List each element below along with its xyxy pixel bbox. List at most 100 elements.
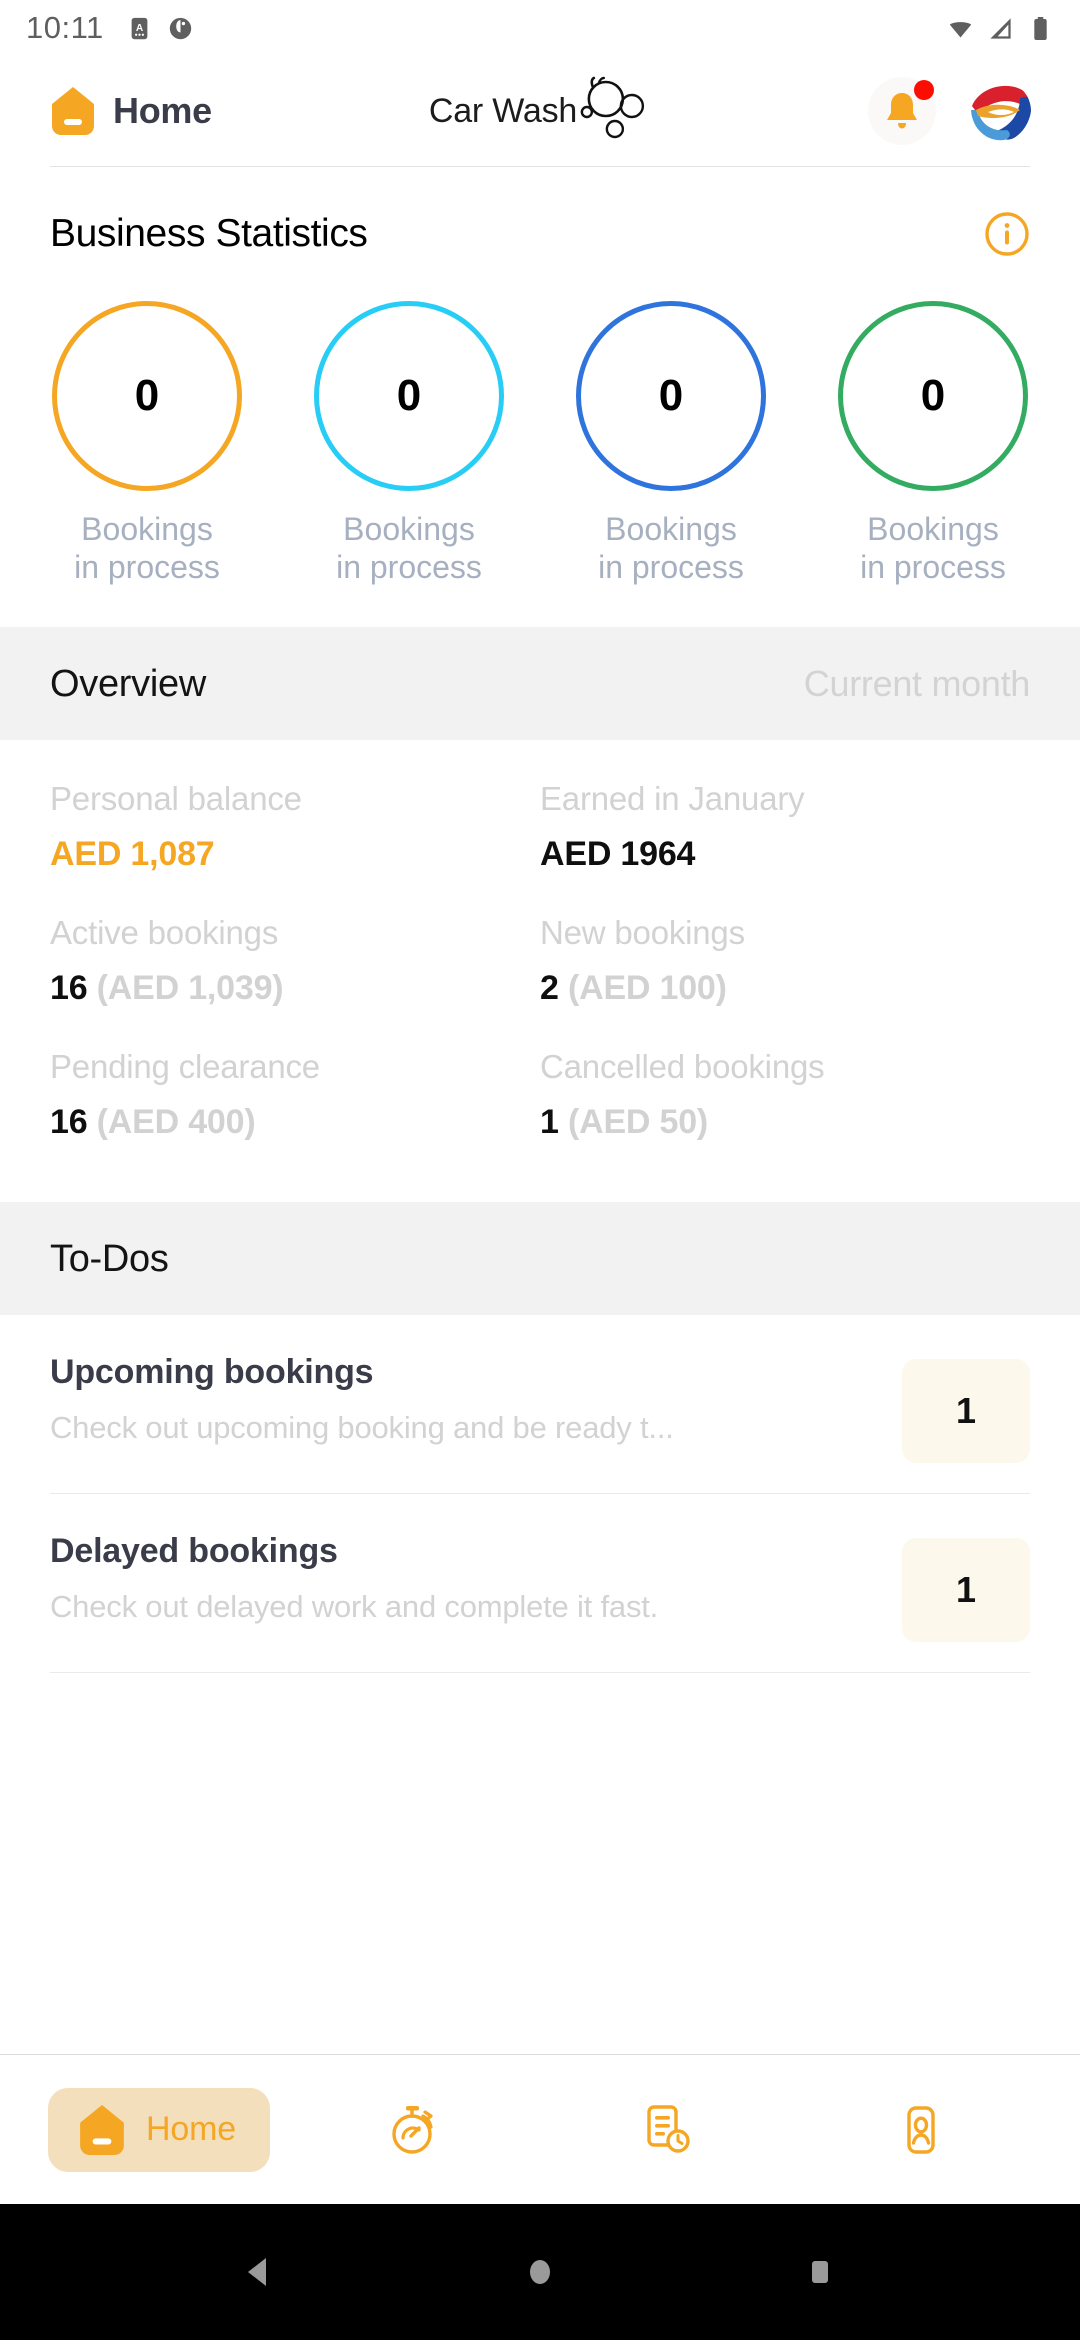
user-card-icon: [907, 2105, 935, 2154]
todo-count: 1: [955, 1568, 977, 1610]
tab-home-label: Home: [146, 2110, 236, 2148]
status-badge: 1: [902, 1537, 1030, 1642]
center-logo: Car Wash: [429, 76, 651, 141]
stat-circle-1[interactable]: 0 Bookings in process: [312, 301, 506, 587]
stat-ring-0: 0: [52, 301, 242, 491]
stat-label-0: Bookings in process: [74, 511, 220, 585]
header-brand-label: Home: [113, 90, 212, 131]
overview-cell-active-bookings: Active bookings 16 (AED 1,039): [50, 914, 540, 1008]
status-bar: 10:11 A: [0, 0, 1080, 56]
bottom-tab-bar: Home: [0, 2054, 1080, 2204]
overview-cell-earned: Earned in January AED 1964: [540, 780, 1030, 874]
overview-label: Pending clearance: [50, 1047, 320, 1085]
content-spacer: [0, 1672, 1080, 2054]
stat-label-3: Bookings in process: [860, 511, 1006, 585]
svg-text:A: A: [136, 22, 144, 33]
home-icon: [52, 87, 94, 135]
overview-cell-personal-balance: Personal balance AED 1,087: [50, 780, 540, 874]
app-header: Home Car Wash: [0, 56, 1080, 166]
overview-cell-new-bookings: New bookings 2 (AED 100): [540, 914, 1030, 1008]
overview-value-sub: (AED 100): [558, 968, 727, 1007]
todo-title: Delayed bookings: [50, 1531, 338, 1570]
overview-value-main: 2: [540, 968, 559, 1007]
business-statistics-header: Business Statistics: [50, 167, 1030, 257]
todo-count: 1: [955, 1389, 977, 1431]
avatar[interactable]: [970, 80, 1032, 142]
overview-value-main: 16: [50, 1102, 88, 1141]
status-badge: 1: [902, 1358, 1030, 1463]
overview-label: Active bookings: [50, 913, 279, 951]
header-brand[interactable]: Home: [50, 86, 212, 136]
overview-value: 16 (AED 400): [50, 1103, 540, 1142]
todo-text-block: Delayed bookings Check out delayed work …: [50, 1532, 902, 1625]
stat-circle-2[interactable]: 0 Bookings in process: [574, 301, 768, 587]
android-home-button[interactable]: [517, 2249, 563, 2295]
overview-value-main: AED 1,087: [50, 834, 215, 873]
business-statistics-circles: 0 Bookings in process 0 Bookings in proces…: [50, 301, 1030, 587]
tab-orders[interactable]: [540, 2055, 794, 2204]
stat-label-2: Bookings in process: [598, 511, 744, 585]
stat-circle-0[interactable]: 0 Bookings in process: [50, 301, 244, 587]
overview-period[interactable]: Current month: [804, 663, 1031, 705]
stat-ring-2: 0: [576, 301, 766, 491]
vpn-icon: [169, 17, 191, 39]
overview-value-main: 1: [540, 1102, 559, 1141]
document-clock-icon: [647, 2104, 690, 2153]
stat-circle-3[interactable]: 0 Bookings in process: [836, 301, 1030, 587]
overview-label: Personal balance: [50, 779, 302, 817]
stat-value-0: 0: [134, 371, 160, 420]
stat-value-3: 0: [920, 371, 946, 420]
todos-list: Upcoming bookings Check out upcoming boo…: [0, 1314, 1080, 1673]
overview-row: Active bookings 16 (AED 1,039) New booki…: [50, 914, 1030, 1008]
overview-value-main: 16: [50, 968, 88, 1007]
todos-title: To-Dos: [50, 1237, 169, 1280]
tab-home-pill: Home: [48, 2087, 270, 2172]
list-item[interactable]: Delayed bookings Check out delayed work …: [50, 1494, 1030, 1673]
back-triangle-icon: [248, 2258, 266, 2286]
status-bar-right-icons: [947, 15, 1054, 42]
overview-row: Pending clearance 16 (AED 400) Cancelled…: [50, 1048, 1030, 1142]
battery-icon: [1034, 16, 1047, 40]
android-recents-button[interactable]: [797, 2249, 843, 2295]
wifi-icon: [949, 21, 972, 37]
overview-row: Personal balance AED 1,087 Earned in Jan…: [50, 780, 1030, 874]
stat-ring-3: 0: [838, 301, 1028, 491]
todo-title: Upcoming bookings: [50, 1352, 374, 1391]
status-bar-clock: 10:11: [26, 10, 104, 45]
overview-value: AED 1,087: [50, 835, 540, 874]
overview-label: New bookings: [540, 913, 745, 951]
overview-label: Earned in January: [540, 779, 805, 817]
todo-description: Check out upcoming booking and be ready …: [50, 1409, 674, 1445]
home-icon: [80, 2104, 124, 2155]
overview-grid: Personal balance AED 1,087 Earned in Jan…: [0, 739, 1080, 1170]
overview-label: Cancelled bookings: [540, 1047, 825, 1085]
header-actions: [868, 77, 1032, 145]
stat-ring-1: 0: [314, 301, 504, 491]
android-back-button[interactable]: [237, 2249, 283, 2295]
todos-section-header: To-Dos: [0, 1201, 1080, 1315]
screenshot-icon: A: [131, 17, 148, 39]
overview-section-header: Overview Current month: [0, 626, 1080, 740]
page-title: Business Statistics: [50, 212, 368, 255]
stopwatch-icon: [392, 2105, 433, 2154]
overview-value: 1 (AED 50): [540, 1103, 1030, 1142]
overview-value-sub: (AED 1,039): [87, 968, 284, 1007]
overview-value: 16 (AED 1,039): [50, 969, 540, 1008]
stat-value-2: 0: [658, 371, 684, 420]
overview-value-sub: (AED 50): [558, 1102, 709, 1141]
overview-cell-pending-clearance: Pending clearance 16 (AED 400): [50, 1048, 540, 1142]
list-item[interactable]: Upcoming bookings Check out upcoming boo…: [50, 1315, 1030, 1494]
tab-profile[interactable]: [794, 2055, 1048, 2204]
todo-text-block: Upcoming bookings Check out upcoming boo…: [50, 1353, 902, 1446]
app-screen: 10:11 A Home Car Wash Business Statistic…: [0, 0, 1080, 2340]
cellular-signal-icon: [990, 17, 1011, 39]
stat-label-1: Bookings in process: [336, 511, 482, 585]
overview-value: 2 (AED 100): [540, 969, 1030, 1008]
tab-activity[interactable]: [286, 2055, 540, 2204]
notifications-button[interactable]: [868, 77, 936, 145]
home-circle-icon: [530, 2260, 550, 2284]
tab-home[interactable]: Home: [32, 2055, 286, 2204]
overview-value-main: AED 1964: [540, 834, 696, 873]
info-icon[interactable]: [984, 211, 1030, 257]
overview-value-sub: (AED 400): [87, 1102, 256, 1141]
